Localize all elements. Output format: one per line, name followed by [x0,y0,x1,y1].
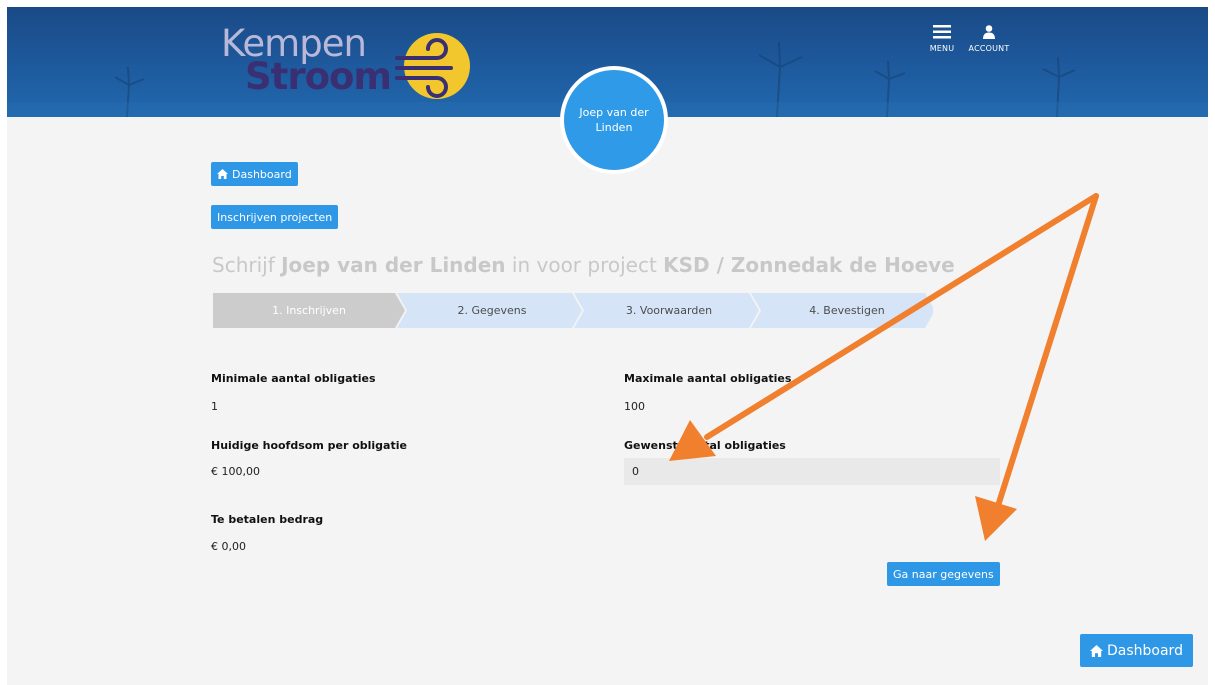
title-middle: in voor project [505,253,664,277]
max-obligations-label: Maximale aantal obligaties [624,372,792,385]
amount-label: Te betalen bedrag [211,513,324,526]
title-project-name: KSD / Zonnedak de Hoeve [663,253,955,277]
step-1: 1. Inschrijven [272,304,346,317]
account-button[interactable]: ACCOUNT [965,25,1013,53]
kempenstroom-logo[interactable]: Kempen Stroom [221,23,491,109]
sun-wind-icon [395,33,470,99]
dashboard-button-label: Dashboard [232,167,292,181]
logo-text-bottom: Stroom [245,55,392,98]
hamburger-icon [933,25,951,39]
user-icon [983,25,995,39]
dashboard-bottom-label: Dashboard [1107,642,1183,659]
step-3: 3. Voorwaarden [625,304,713,317]
principal-value: € 100,00 [211,465,260,478]
menu-label: MENU [929,44,955,53]
title-user-name: Joep van der Linden [281,253,506,277]
account-label: ACCOUNT [968,44,1010,53]
min-obligations-value: 1 [211,400,218,413]
next-button[interactable]: Ga naar gegevens [887,562,1000,586]
progress-steps: 1. Inschrijven 2. Gegevens 3. Voorwaarde… [213,293,933,328]
home-icon [1090,644,1103,657]
menu-button[interactable]: MENU [925,25,959,53]
desired-obligations-input[interactable] [624,458,1000,485]
home-icon [217,169,228,179]
user-avatar: Joep van der Linden [560,66,668,174]
page-title: Schrijf Joep van der Linden in voor proj… [212,253,955,277]
dashboard-button[interactable]: Dashboard [211,162,298,186]
principal-label: Huidige hoofdsom per obligatie [211,439,407,452]
max-obligations-value: 100 [624,400,645,413]
min-obligations-label: Minimale aantal obligaties [211,372,376,385]
desired-obligations-label: Gewenst aantal obligaties [624,439,786,452]
dashboard-button-bottom[interactable]: Dashboard [1080,634,1193,667]
page-frame: Kempen Stroom MENU ACCOUNT Joep van der … [7,7,1208,685]
subscribe-projects-button[interactable]: Inschrijven projecten [211,205,339,229]
amount-value: € 0,00 [211,540,246,553]
step-2: 2. Gegevens [457,304,527,317]
arrow-head-button [975,496,1017,541]
step-4: 4. Bevestigen [809,304,885,317]
title-prefix: Schrijf [212,253,282,277]
